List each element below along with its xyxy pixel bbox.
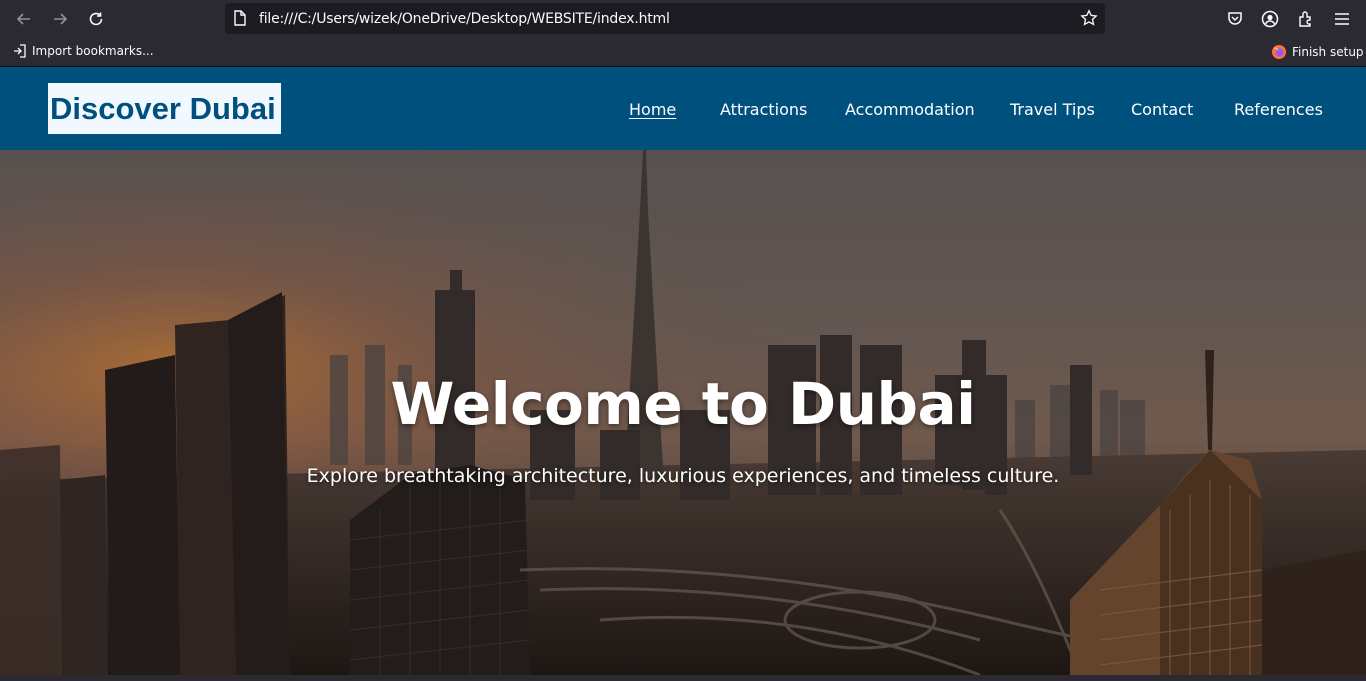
import-bookmarks-label: Import bookmarks... [32,44,154,58]
browser-toolbar: file:///C:/Users/wizek/OneDrive/Desktop/… [0,0,1366,38]
finish-setup-label: Finish setup [1292,45,1364,59]
nav-contact[interactable]: Contact [1131,100,1193,119]
window-bottom-edge [0,675,1366,681]
site-logo[interactable]: Discover Dubai [48,83,281,134]
address-bar[interactable]: file:///C:/Users/wizek/OneDrive/Desktop/… [225,3,1105,34]
import-bookmarks-item[interactable]: Import bookmarks... [13,44,154,58]
bookmark-star-icon[interactable] [1080,9,1098,32]
firefox-icon [1272,45,1286,59]
nav-home[interactable]: Home [629,100,676,119]
back-button[interactable] [12,7,36,31]
reload-icon [89,12,103,26]
finish-setup-item[interactable]: Finish setup [1271,44,1364,60]
pocket-icon[interactable] [1224,8,1246,30]
site-header: Discover Dubai Home Attractions Accommod… [0,67,1366,150]
menu-icon[interactable] [1331,8,1353,30]
reload-button[interactable] [84,7,108,31]
arrow-left-icon [16,13,30,25]
hero-title: Welcome to Dubai [390,370,976,438]
arrow-right-icon [54,13,68,25]
page-viewport: Discover Dubai Home Attractions Accommod… [0,67,1366,675]
extensions-icon[interactable] [1295,8,1317,30]
hero-subtitle: Explore breathtaking architecture, luxur… [306,465,1060,487]
import-icon [14,44,26,58]
account-icon[interactable] [1259,8,1281,30]
nav-accommodation[interactable]: Accommodation [845,100,975,119]
nav-travel-tips[interactable]: Travel Tips [1010,100,1095,119]
nav-attractions[interactable]: Attractions [720,100,807,119]
nav-references[interactable]: References [1234,100,1323,119]
hero-section: Welcome to Dubai Explore breathtaking ar… [0,150,1366,675]
forward-button[interactable] [48,7,72,31]
url-text[interactable]: file:///C:/Users/wizek/OneDrive/Desktop/… [259,11,670,27]
page-icon [233,10,247,31]
bookmarks-bar: Import bookmarks... Finish setup [0,38,1366,67]
